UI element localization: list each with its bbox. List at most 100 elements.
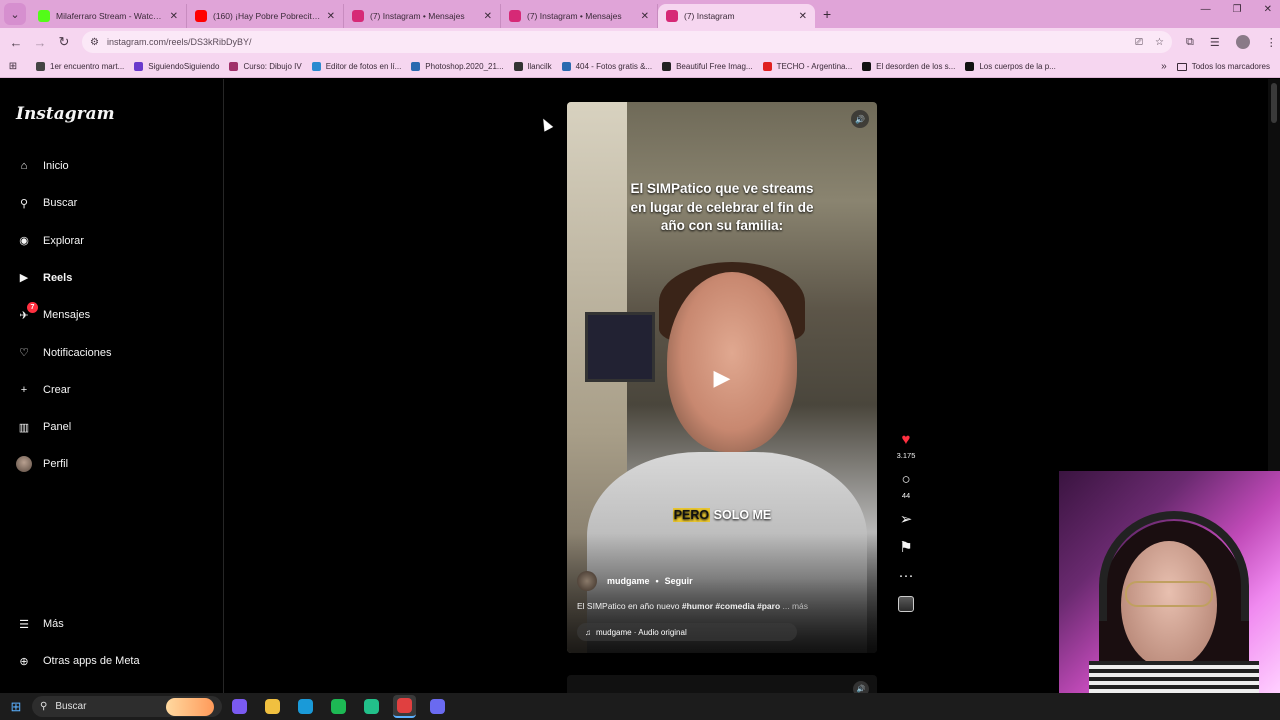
bookmark-item[interactable]: Editor de fotos en lí...: [311, 62, 402, 71]
sidebar-item-label: Reels: [43, 271, 73, 284]
app2-icon: [430, 699, 445, 714]
tab-close-icon[interactable]: ✕: [170, 11, 178, 22]
reload-icon[interactable]: ↻: [52, 34, 76, 50]
share-action[interactable]: ➢: [892, 512, 920, 528]
comment-icon[interactable]: ○: [901, 472, 910, 488]
bookmark-icon[interactable]: ⚑: [899, 540, 912, 556]
spotify-icon: [331, 699, 346, 714]
bookmark-item[interactable]: TECHO - Argentina...: [762, 62, 852, 71]
comments-count: 44: [901, 491, 911, 500]
search-icon: ⚲: [19, 197, 29, 210]
profile-avatar-icon[interactable]: [1235, 35, 1250, 49]
reel-audio-link[interactable]: ♫ mudgame · Audio original: [577, 623, 797, 641]
media-controls-icon[interactable]: ☰: [1210, 36, 1220, 49]
description-hashtags[interactable]: #humor #comedia #paro: [682, 601, 780, 611]
taskbar-app-chrome[interactable]: [393, 695, 416, 718]
bookmark-star-icon[interactable]: ☆: [1155, 37, 1164, 48]
close-window-icon[interactable]: ✕: [1264, 4, 1272, 15]
site-info-icon[interactable]: ⚙: [90, 37, 99, 48]
browser-tab[interactable]: (160) ¡Hay Pobre Pobrecito!😭 ✕: [187, 4, 344, 28]
bookmarks-overflow-icon[interactable]: »: [1161, 61, 1167, 72]
bookmark-item[interactable]: SiguiendoSiguiendo: [134, 62, 219, 71]
sidebar-item-explorar[interactable]: ◉ Explorar: [16, 228, 84, 254]
bookmark-item[interactable]: 404 - Fotos gratis &...: [561, 62, 652, 71]
install-app-icon[interactable]: ⎚: [1135, 37, 1143, 48]
heart-filled-icon[interactable]: ♥: [902, 432, 911, 448]
scrollbar-thumb[interactable]: [1271, 83, 1277, 123]
follow-button[interactable]: Seguir: [665, 576, 693, 586]
sidebar-item-reels[interactable]: ▶ Reels: [16, 265, 73, 291]
all-bookmarks-button[interactable]: Todos los marcadores: [1176, 62, 1270, 71]
minimize-icon[interactable]: —: [1201, 4, 1211, 15]
tab-close-icon[interactable]: ✕: [484, 11, 492, 22]
restore-icon[interactable]: ❐: [1233, 4, 1242, 15]
forward-icon[interactable]: →: [28, 35, 52, 50]
more-button[interactable]: ☰ Más: [16, 611, 64, 637]
address-bar[interactable]: ⚙ instagram.com/reels/DS3kRibDyBY/ ⎚ ☆: [82, 31, 1172, 53]
more-options-action[interactable]: ···: [892, 568, 920, 584]
sidebar-item-buscar[interactable]: ⚲ Buscar: [16, 190, 77, 216]
new-tab-button[interactable]: +: [823, 6, 831, 22]
taskbar-app-file-explorer[interactable]: [261, 695, 284, 718]
taskbar-app-app[interactable]: [360, 695, 383, 718]
sidebar-item-panel[interactable]: ▥ Panel: [16, 414, 71, 440]
taskbar-app-edge[interactable]: [294, 695, 317, 718]
taskbar-app-spotify[interactable]: [327, 695, 350, 718]
back-icon[interactable]: ←: [4, 35, 28, 50]
tab-search-button[interactable]: ⌄: [4, 3, 26, 25]
extensions-icon[interactable]: ⧉: [1186, 36, 1194, 49]
taskbar-app-copilot[interactable]: [228, 695, 251, 718]
bookmark-label: El desorden de los s...: [876, 62, 956, 71]
browser-tab[interactable]: (7) Instagram ✕: [658, 4, 815, 28]
bookmark-label: Editor de fotos en lí...: [325, 62, 402, 71]
browser-tab[interactable]: (7) Instagram • Mensajes ✕: [344, 4, 501, 28]
instagram-logo[interactable]: Instagram: [16, 104, 115, 124]
sidebar-item-crear[interactable]: + Crear: [16, 377, 71, 403]
bookmark-item[interactable]: El desorden de los s...: [862, 62, 955, 71]
bookmark-item[interactable]: Beautiful Free Imag...: [662, 62, 753, 71]
file-explorer-icon: [265, 699, 280, 714]
plus-icon: +: [20, 383, 28, 396]
browser-tab[interactable]: (7) Instagram • Mensajes ✕: [501, 4, 658, 28]
browser-tab[interactable]: Milaferraro Stream - Watch Live ✕: [30, 4, 187, 28]
audio-thumbnail[interactable]: [898, 596, 914, 612]
sidebar-item-mensajes[interactable]: ✈ 7 Mensajes: [16, 302, 90, 328]
browser-tab-bar: ⌄ Milaferraro Stream - Watch Live ✕ (160) …: [0, 0, 1280, 28]
author-avatar[interactable]: [577, 571, 597, 591]
meta-apps-button[interactable]: ⊕ Otras apps de Meta: [16, 648, 139, 674]
bookmark-item[interactable]: Los cuerpos de la p...: [965, 62, 1056, 71]
sidebar-item-notificaciones[interactable]: ♡ Notificaciones: [16, 340, 111, 366]
tab-title: Milaferraro Stream - Watch Live: [56, 11, 166, 21]
taskbar-app-app2[interactable]: [426, 695, 449, 718]
tab-close-icon[interactable]: ✕: [641, 11, 649, 22]
taskbar-search[interactable]: ⚲ Buscar: [32, 696, 222, 717]
ellipsis-icon[interactable]: ···: [899, 568, 914, 584]
save-action[interactable]: ⚑: [892, 540, 920, 556]
sidebar-item-inicio[interactable]: ⌂ Inicio: [16, 153, 69, 179]
reel-video[interactable]: El SIMPatico que ve streams en lugar de …: [567, 102, 877, 653]
sidebar-item-label: Notificaciones: [43, 346, 112, 359]
bookmark-item[interactable]: Photoshop.2020_21...: [411, 62, 504, 71]
bookmark-label: 1er encuentro mart...: [50, 62, 125, 71]
bookmark-item[interactable]: llancilk: [513, 62, 552, 71]
author-username[interactable]: mudgame: [607, 576, 650, 586]
comment-action[interactable]: ○ 44: [892, 472, 920, 501]
audio-thumb-action[interactable]: [892, 596, 920, 612]
menu-kebab-icon[interactable]: ⋮: [1266, 36, 1277, 49]
chrome-icon: [397, 698, 412, 713]
sound-toggle-icon[interactable]: 🔊: [851, 110, 869, 128]
tab-close-icon[interactable]: ✕: [327, 11, 335, 22]
bookmark-item[interactable]: 1er encuentro mart...: [36, 62, 124, 71]
apps-grid-icon[interactable]: ⊞: [0, 61, 26, 72]
like-action[interactable]: ♥ 3.175: [892, 432, 920, 461]
tab-close-icon[interactable]: ✕: [799, 11, 807, 22]
reel-actions: ♥ 3.175 ○ 44 ➢ ⚑ ···: [892, 432, 920, 624]
webcam-headset: [1099, 511, 1249, 621]
play-icon[interactable]: ▶: [708, 364, 736, 392]
share-icon[interactable]: ➢: [900, 512, 913, 528]
sidebar-item-perfil[interactable]: Perfil: [16, 451, 68, 477]
sidebar-item-label: Perfil: [43, 458, 69, 471]
windows-start-icon[interactable]: ⊞: [0, 699, 32, 715]
description-more-link[interactable]: ... más: [780, 601, 809, 611]
bookmark-item[interactable]: Curso: Dibujo IV: [229, 62, 302, 71]
